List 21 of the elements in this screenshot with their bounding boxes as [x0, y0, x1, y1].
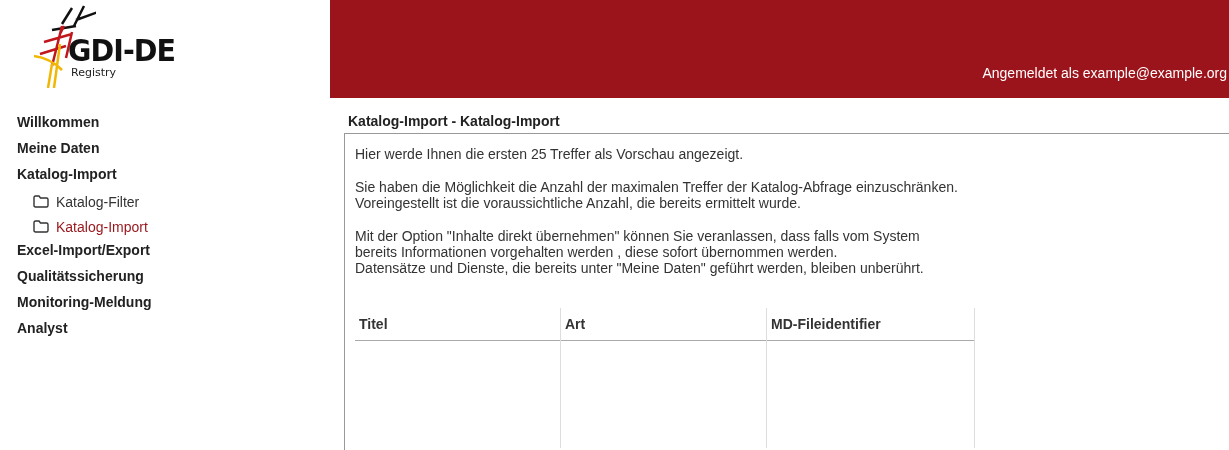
user-text: Angemeldet als example@example.org [982, 65, 1227, 81]
nav-item[interactable]: Excel-Import/Export [17, 241, 151, 267]
logo-subtitle: Registry [71, 66, 118, 79]
page-title: Katalog-Import - Katalog-Import [348, 113, 561, 131]
nav-item[interactable]: Analyst [17, 319, 68, 345]
nav-item[interactable]: Willkommen [17, 113, 100, 139]
column-header: MD-Fileidentifier [767, 308, 974, 341]
info-paragraph: Sie haben die Möglichkeit die Anzahl der maximalen Treffer der Katalog-Abfrage einzuschränken. Voreingestellt ist die voraussichtliche Anzahl, die bereits ermittelt wurde. [355, 179, 959, 211]
folder-icon [33, 220, 49, 233]
nav-subitem[interactable]: Katalog-Filter [56, 193, 140, 210]
column-header: Titel [355, 308, 560, 341]
nav-item[interactable]: Katalog-Import [17, 165, 117, 191]
info-paragraph: Mit der Option "Inhalte direkt übernehmen" können Sie veranlassen, dass falls vom System bereits Informationen vorgehalten werden , diese sofort übernommen werden. Datensätze und Dienste, die bereits unter "Meine Daten" geführt werden, bleiben unberührt. [355, 228, 925, 276]
nav-subitem[interactable]: Katalog-Import [56, 218, 148, 235]
nav-item[interactable]: Monitoring-Meldung [17, 293, 152, 319]
nav-item[interactable]: Qualitätssicherung [17, 267, 144, 293]
column-header: Art [561, 308, 766, 341]
info-paragraph: Hier werde Ihnen die ersten 25 Treffer als Vorschau angezeigt. [355, 146, 745, 162]
folder-icon [33, 195, 49, 208]
logo-title: GDI-DE [68, 34, 176, 66]
nav-item[interactable]: Meine Daten [17, 139, 100, 165]
